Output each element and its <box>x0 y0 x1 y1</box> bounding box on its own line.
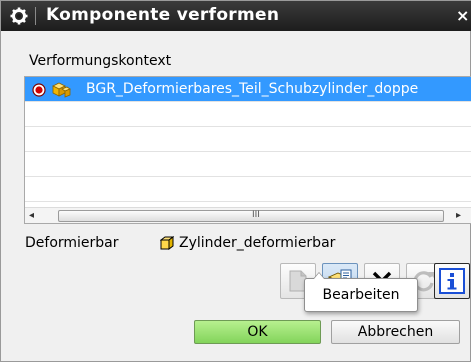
cube-icon <box>160 236 174 250</box>
tooltip-tail <box>313 272 325 279</box>
radio-selected-icon[interactable] <box>32 83 46 97</box>
list-item[interactable] <box>25 102 471 127</box>
grip-icon: III <box>252 210 260 220</box>
list-item[interactable] <box>25 127 471 152</box>
scroll-left-icon[interactable]: ◂ <box>29 210 41 222</box>
assembly-part-icon <box>52 82 71 98</box>
tooltip-text: Bearbeiten <box>322 287 400 303</box>
window-title: Komponente verformen <box>46 5 280 25</box>
title-separator <box>35 7 36 25</box>
list-item[interactable]: BGR_Deformierbares_Teil_Schubzylinder_do… <box>25 77 471 102</box>
list-item[interactable] <box>25 152 471 177</box>
scroll-right-icon[interactable]: ▸ <box>456 210 468 222</box>
title-bar[interactable]: Komponente verformen × <box>1 1 471 31</box>
ok-button[interactable]: OK <box>194 320 321 344</box>
horizontal-scrollbar[interactable]: ◂ III ▸ <box>25 207 471 223</box>
deformable-label: Deformierbar <box>25 235 119 251</box>
list-item-label: BGR_Deformierbares_Teil_Schubzylinder_do… <box>86 81 419 97</box>
gear-icon[interactable] <box>10 7 28 25</box>
info-button[interactable] <box>434 263 470 299</box>
deformable-part-name: Zylinder_deformierbar <box>179 235 336 251</box>
list-item[interactable] <box>25 177 471 202</box>
deform-component-dialog: Komponente verformen × Verformungskontex… <box>0 0 471 362</box>
cancel-button[interactable]: Abbrechen <box>331 320 460 344</box>
tooltip: Bearbeiten <box>304 272 418 312</box>
scroll-thumb[interactable]: III <box>58 210 444 222</box>
close-button[interactable]: × <box>456 7 471 25</box>
context-list[interactable]: BGR_Deformierbares_Teil_Schubzylinder_do… <box>24 76 471 224</box>
context-section-label: Verformungskontext <box>29 53 172 69</box>
info-icon <box>439 268 465 294</box>
